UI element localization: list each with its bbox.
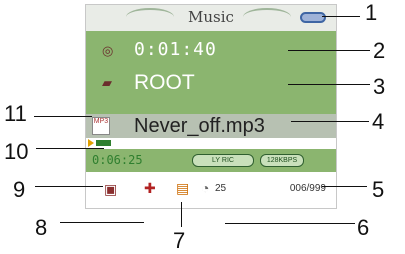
leader-line-10 bbox=[36, 148, 104, 149]
status-row: 0:06:25 LY RIC 128KBPS bbox=[86, 149, 336, 173]
callout-4: 4 bbox=[372, 109, 385, 134]
play-icon bbox=[88, 139, 94, 147]
leader-line-8 bbox=[60, 222, 144, 223]
progress-bar bbox=[96, 140, 111, 146]
callout-6: 6 bbox=[357, 215, 370, 240]
leader-line-9 bbox=[35, 186, 103, 187]
repeat-icon: ▣ bbox=[104, 181, 118, 197]
callout-3: 3 bbox=[373, 74, 386, 99]
title-bar-decoration-right bbox=[243, 8, 291, 26]
bitrate-badge: 128KBPS bbox=[260, 154, 304, 167]
track-name: Never_off.mp3 bbox=[134, 115, 265, 137]
callout-2: 2 bbox=[373, 38, 386, 63]
callout-10: 10 bbox=[4, 139, 29, 164]
folder-icon: ▰ bbox=[102, 75, 112, 90]
leader-line-4 bbox=[291, 121, 369, 122]
screen-title: Music bbox=[188, 8, 234, 26]
now-playing-panel: ◎ 0:01:40 ▰ ROOT bbox=[86, 31, 336, 114]
elapsed-time: 0:01:40 bbox=[134, 39, 217, 60]
leader-line-7 bbox=[181, 202, 182, 227]
music-player-screen: Music ◎ 0:01:40 ▰ ROOT MP3 Never_off.mp3… bbox=[85, 4, 337, 209]
battery-icon bbox=[300, 12, 326, 23]
leader-line-5 bbox=[322, 186, 367, 187]
leader-line-6 bbox=[225, 223, 355, 224]
bottom-controls: ▣ ✚ ▤ ◔ 25 006/999 bbox=[86, 172, 336, 208]
track-counter: 006/999 bbox=[289, 183, 326, 194]
lyric-badge: LY RIC bbox=[192, 154, 254, 167]
title-bar: Music bbox=[86, 5, 336, 32]
callout-9: 9 bbox=[13, 177, 26, 202]
leader-line-1 bbox=[322, 16, 360, 17]
leader-line-3 bbox=[288, 84, 370, 85]
callout-5: 5 bbox=[372, 177, 385, 202]
callout-1: 1 bbox=[365, 0, 378, 25]
tool-icon: ▤ bbox=[176, 180, 190, 196]
progress-strip bbox=[86, 138, 336, 149]
track-icon: MP3 bbox=[92, 117, 110, 135]
volume-icon: ◔ bbox=[201, 180, 210, 196]
callout-7: 7 bbox=[173, 228, 186, 253]
callout-11: 11 bbox=[4, 101, 27, 126]
callout-8: 8 bbox=[35, 215, 48, 240]
playback-clock: 0:06:25 bbox=[92, 153, 143, 167]
leader-line-2 bbox=[288, 50, 370, 51]
track-bar: MP3 Never_off.mp3 bbox=[86, 114, 336, 139]
disc-icon: ◎ bbox=[102, 43, 114, 58]
sound-mode-icon: ✚ bbox=[144, 180, 156, 196]
volume-value: 25 bbox=[215, 183, 227, 194]
leader-line-11 bbox=[34, 116, 92, 117]
folder-name: ROOT bbox=[134, 71, 195, 94]
